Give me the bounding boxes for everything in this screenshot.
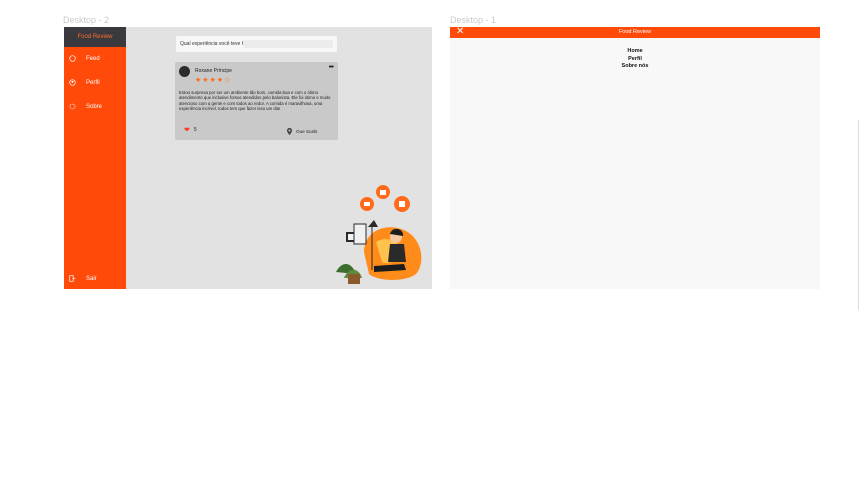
menu-item-home[interactable]: Home: [450, 48, 820, 56]
like-count: 5: [193, 127, 197, 133]
frame-label-desktop-1: Desktop - 1: [450, 15, 497, 25]
post-location: Oue Sushi: [287, 128, 317, 135]
desktop-1-frame: ✕ Food Review Home Perfil Sobre nós: [450, 27, 820, 289]
logout-icon: [69, 275, 76, 282]
top-bar: ✕ Food Review: [450, 27, 820, 38]
user-icon: [69, 79, 76, 86]
canvas-edge: [858, 120, 859, 310]
sidebar-item-perfil[interactable]: Perfil: [69, 79, 100, 86]
menu-item-sobre-nos[interactable]: Sobre nós: [450, 63, 820, 71]
post-text: Estou surpresa por ser um ambiente tão b…: [179, 90, 331, 111]
home-icon: [69, 55, 76, 62]
avatar: [179, 66, 190, 77]
gear-icon: [69, 103, 76, 110]
sidebar-item-feed-label: Feed: [86, 55, 100, 62]
sidebar-item-sobre-label: Sobre: [86, 103, 103, 110]
post-location-name: Oue Sushi: [296, 129, 318, 134]
more-options-icon[interactable]: •••: [329, 64, 334, 71]
sidebar: Food Review Feed Perfil Sobre Sair: [64, 27, 126, 289]
menu-list: Home Perfil Sobre nós: [450, 48, 820, 71]
post-card: Roxane Príncipe ••• ★★★★☆ Estou surpresa…: [175, 62, 338, 140]
sidebar-item-sobre[interactable]: Sobre: [69, 103, 102, 110]
post-author: Roxane Príncipe: [195, 68, 232, 74]
sidebar-item-perfil-label: Perfil: [86, 79, 100, 86]
frame-label-desktop-2: Desktop - 2: [63, 15, 110, 25]
sidebar-item-feed[interactable]: Feed: [69, 55, 100, 62]
app-title: Food Review: [618, 29, 652, 35]
new-post-input[interactable]: Qual experiência você teve hoje?: [176, 36, 337, 52]
logout-label: Sair: [86, 275, 97, 282]
menu-item-perfil[interactable]: Perfil: [450, 56, 820, 64]
sidebar-title: Food Review: [64, 27, 126, 47]
desktop-2-frame: Food Review Feed Perfil Sobre Sair Qual …: [64, 27, 432, 289]
like-button[interactable]: ❤ 5: [184, 126, 197, 134]
rating-stars: ★★★★☆: [195, 77, 232, 84]
location-pin-icon: [287, 128, 292, 135]
food-delivery-illustration: [336, 185, 422, 284]
heart-icon: ❤: [184, 127, 190, 134]
logout-button[interactable]: Sair: [69, 275, 97, 282]
